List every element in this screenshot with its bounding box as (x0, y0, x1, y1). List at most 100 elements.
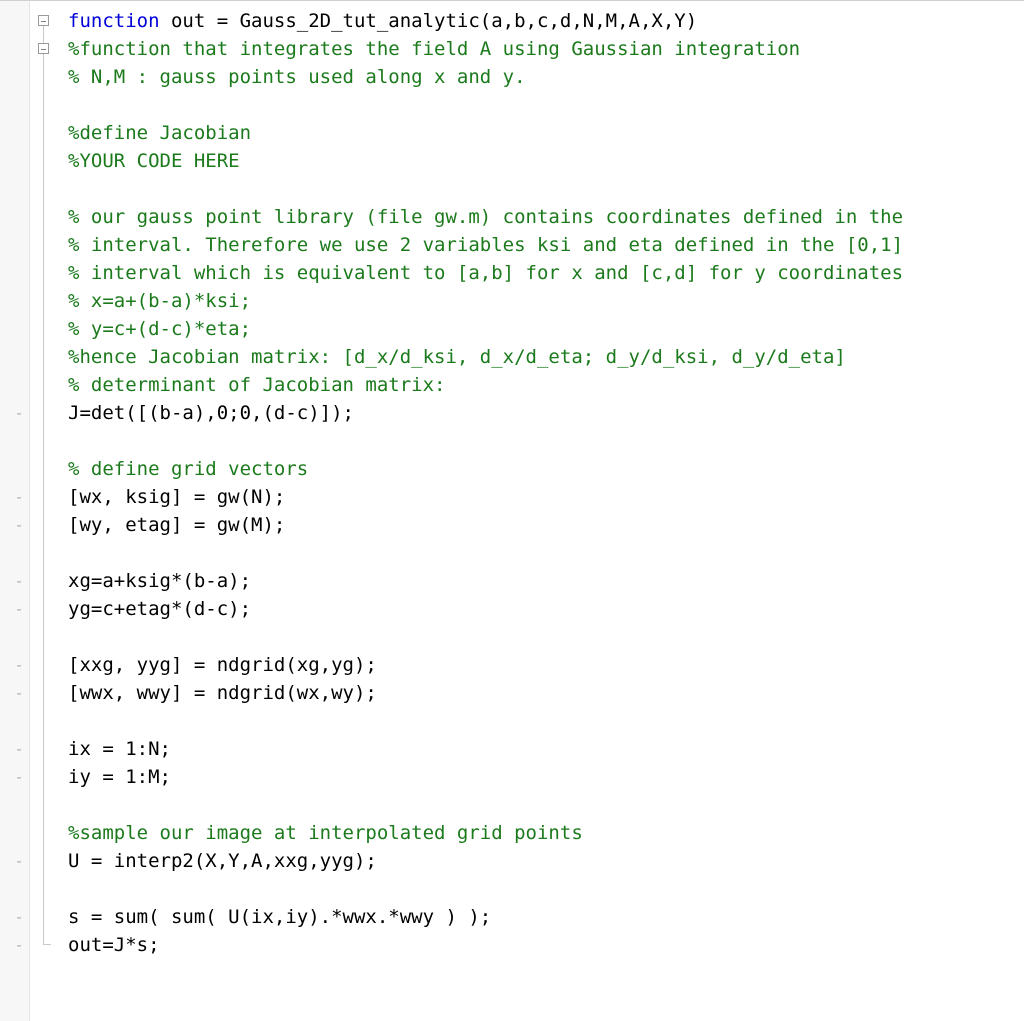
line-number (0, 259, 29, 287)
line-number (0, 63, 29, 91)
code-line[interactable]: % y=c+(d-c)*eta; (68, 315, 1024, 343)
breakpoint-dash-icon[interactable]: - (13, 511, 25, 539)
line-number: - (0, 903, 29, 931)
line-number (0, 455, 29, 483)
code-line[interactable]: [wx, ksig] = gw(N); (68, 483, 1024, 511)
fold-cell (30, 231, 60, 259)
code-line[interactable] (68, 91, 1024, 119)
fold-cell (30, 287, 60, 315)
breakpoint-dash-icon[interactable]: - (13, 763, 25, 791)
fold-toggle-icon[interactable] (38, 15, 49, 26)
code-line[interactable]: % x=a+(b-a)*ksi; (68, 287, 1024, 315)
line-number: - (0, 595, 29, 623)
breakpoint-dash-icon[interactable]: - (13, 567, 25, 595)
code-token: [wx, ksig] = gw(N); (68, 486, 285, 508)
line-number: - (0, 399, 29, 427)
line-number (0, 987, 29, 1015)
breakpoint-dash-icon[interactable]: - (13, 931, 25, 959)
code-token: out=J*s; (68, 934, 160, 956)
code-line[interactable]: % N,M : gauss points used along x and y. (68, 63, 1024, 91)
code-token: yg=c+etag*(d-c); (68, 598, 251, 620)
code-line[interactable]: yg=c+etag*(d-c); (68, 595, 1024, 623)
code-line[interactable]: %hence Jacobian matrix: [d_x/d_ksi, d_x/… (68, 343, 1024, 371)
line-number (0, 623, 29, 651)
breakpoint-dash-icon[interactable]: - (13, 903, 25, 931)
code-line[interactable] (68, 427, 1024, 455)
line-number (0, 371, 29, 399)
fold-cell (30, 651, 60, 679)
fold-toggle-icon[interactable] (38, 43, 49, 54)
code-line[interactable] (68, 623, 1024, 651)
comment-token: %hence Jacobian matrix: [d_x/d_ksi, d_x/… (68, 346, 846, 368)
code-line[interactable] (68, 987, 1024, 1015)
code-line[interactable]: [wy, etag] = gw(M); (68, 511, 1024, 539)
code-line[interactable]: ix = 1:N; (68, 735, 1024, 763)
code-line[interactable]: %define Jacobian (68, 119, 1024, 147)
code-line[interactable]: J=det([(b-a),0;0,(d-c)]); (68, 399, 1024, 427)
code-line[interactable]: s = sum( sum( U(ix,iy).*wwx.*wwy ) ); (68, 903, 1024, 931)
code-line[interactable] (68, 707, 1024, 735)
comment-token: % y=c+(d-c)*eta; (68, 318, 251, 340)
line-number (0, 35, 29, 63)
breakpoint-dash-icon[interactable]: - (13, 679, 25, 707)
line-number: - (0, 679, 29, 707)
code-line[interactable]: [xxg, yyg] = ndgrid(xg,yg); (68, 651, 1024, 679)
code-line[interactable] (68, 875, 1024, 903)
line-number (0, 287, 29, 315)
fold-cell (30, 847, 60, 875)
fold-cell (30, 483, 60, 511)
fold-cell (30, 875, 60, 903)
comment-token: %define Jacobian (68, 122, 251, 144)
keyword-token: function (68, 10, 171, 32)
line-number (0, 7, 29, 35)
code-area[interactable]: function out = Gauss_2D_tut_analytic(a,b… (60, 1, 1024, 1021)
breakpoint-dash-icon[interactable]: - (13, 735, 25, 763)
line-number: - (0, 763, 29, 791)
code-line[interactable] (68, 791, 1024, 819)
fold-cell (30, 119, 60, 147)
code-line[interactable]: xg=a+ksig*(b-a); (68, 567, 1024, 595)
breakpoint-dash-icon[interactable]: - (13, 399, 25, 427)
breakpoint-dash-icon[interactable]: - (13, 483, 25, 511)
fold-cell (30, 399, 60, 427)
code-line[interactable]: out=J*s; (68, 931, 1024, 959)
fold-cell (30, 259, 60, 287)
fold-cell (30, 595, 60, 623)
code-line[interactable]: %sample our image at interpolated grid p… (68, 819, 1024, 847)
line-number: - (0, 483, 29, 511)
code-line[interactable]: % our gauss point library (file gw.m) co… (68, 203, 1024, 231)
fold-gutter[interactable] (30, 1, 60, 1021)
breakpoint-dash-icon[interactable]: - (13, 847, 25, 875)
code-line[interactable] (68, 539, 1024, 567)
code-line[interactable]: % interval which is equivalent to [a,b] … (68, 259, 1024, 287)
code-line[interactable]: % interval. Therefore we use 2 variables… (68, 231, 1024, 259)
line-number (0, 315, 29, 343)
code-line[interactable] (68, 959, 1024, 987)
fold-cell (30, 903, 60, 931)
comment-token: % define grid vectors (68, 458, 308, 480)
line-number: - (0, 511, 29, 539)
code-line[interactable]: % define grid vectors (68, 455, 1024, 483)
code-editor[interactable]: ------------ function out = Gauss_2D_tut… (0, 0, 1024, 1021)
line-number: - (0, 567, 29, 595)
code-line[interactable]: %YOUR CODE HERE (68, 147, 1024, 175)
comment-token: % N,M : gauss points used along x and y. (68, 66, 526, 88)
code-line[interactable]: iy = 1:M; (68, 763, 1024, 791)
line-number (0, 203, 29, 231)
comment-token: % our gauss point library (file gw.m) co… (68, 206, 903, 228)
line-number (0, 175, 29, 203)
code-line[interactable]: [wwx, wwy] = ndgrid(wx,wy); (68, 679, 1024, 707)
code-line[interactable]: function out = Gauss_2D_tut_analytic(a,b… (68, 7, 1024, 35)
code-line[interactable]: % determinant of Jacobian matrix: (68, 371, 1024, 399)
code-line[interactable] (68, 175, 1024, 203)
breakpoint-dash-icon[interactable]: - (13, 595, 25, 623)
breakpoint-dash-icon[interactable]: - (13, 651, 25, 679)
fold-cell (30, 707, 60, 735)
comment-token: % interval. Therefore we use 2 variables… (68, 234, 903, 256)
code-token: U = interp2(X,Y,A,xxg,yyg); (68, 850, 377, 872)
code-line[interactable]: U = interp2(X,Y,A,xxg,yyg); (68, 847, 1024, 875)
fold-cell (30, 147, 60, 175)
fold-cell (30, 427, 60, 455)
code-line[interactable]: %function that integrates the field A us… (68, 35, 1024, 63)
code-token: ix = 1:N; (68, 738, 171, 760)
